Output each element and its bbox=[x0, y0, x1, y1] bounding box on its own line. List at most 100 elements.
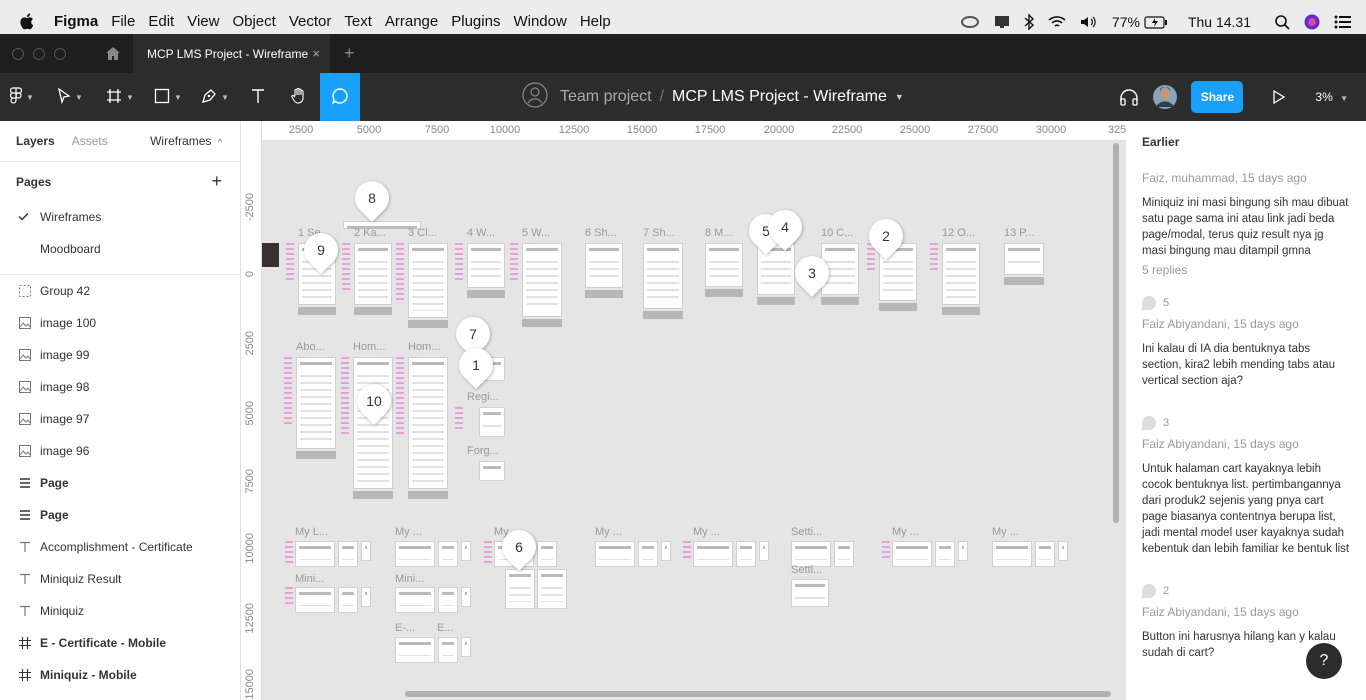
layer-item[interactable]: Page bbox=[0, 499, 240, 531]
zoom-window-button[interactable] bbox=[54, 47, 66, 60]
home-icon[interactable] bbox=[93, 34, 133, 73]
tab-layers[interactable]: Layers bbox=[16, 134, 55, 148]
siri-icon[interactable] bbox=[1304, 14, 1320, 30]
audio-headphones-icon[interactable] bbox=[1119, 88, 1139, 106]
comment-pin[interactable]: 2 bbox=[861, 211, 911, 261]
wireframe-frame[interactable] bbox=[537, 541, 557, 567]
frame-label[interactable]: Setti... bbox=[791, 526, 822, 538]
comment-pin[interactable]: 6 bbox=[494, 522, 544, 572]
layer-item[interactable]: image 97 bbox=[0, 403, 240, 435]
comment-tool[interactable] bbox=[320, 73, 360, 121]
team-name-link[interactable]: Team project bbox=[560, 88, 652, 106]
frame-label[interactable]: 6 Sh... bbox=[585, 227, 617, 239]
hand-tool[interactable] bbox=[278, 73, 320, 121]
wireframe-frame[interactable] bbox=[479, 461, 505, 481]
frame-label[interactable]: Mini... bbox=[295, 573, 324, 585]
page-item-moodboard[interactable]: Moodboard bbox=[0, 233, 240, 265]
add-page-button[interactable]: + bbox=[211, 171, 222, 192]
page-switcher[interactable]: Wireframes ^ bbox=[150, 134, 222, 148]
wireframe-frame[interactable] bbox=[354, 243, 392, 305]
wireframe-frame[interactable] bbox=[505, 569, 535, 609]
wireframe-frame[interactable] bbox=[296, 357, 336, 449]
wireframe-frame[interactable] bbox=[438, 541, 458, 567]
comment-pin[interactable]: 10 bbox=[349, 376, 399, 426]
layer-item[interactable]: image 98 bbox=[0, 371, 240, 403]
spotlight-search-icon[interactable] bbox=[1275, 14, 1290, 30]
layer-item[interactable]: image 99 bbox=[0, 339, 240, 371]
menu-arrange[interactable]: Arrange bbox=[385, 13, 438, 31]
frame-label[interactable]: My ... bbox=[992, 526, 1019, 538]
layer-item[interactable]: Accomplishment - Certificate bbox=[0, 531, 240, 563]
wireframe-frame[interactable] bbox=[693, 541, 733, 567]
wireframe-frame[interactable] bbox=[1035, 541, 1055, 567]
layer-item[interactable]: Miniquiz Result bbox=[0, 563, 240, 595]
frame-label[interactable]: 8 M... bbox=[705, 227, 733, 239]
pen-tool[interactable]: ▼ bbox=[192, 73, 238, 121]
creative-cloud-icon[interactable] bbox=[960, 15, 980, 29]
share-button[interactable]: Share bbox=[1191, 81, 1244, 113]
wireframe-frame[interactable] bbox=[537, 569, 567, 609]
file-tab[interactable]: MCP LMS Project - Wireframe × bbox=[133, 34, 330, 73]
menu-app-figma[interactable]: Figma bbox=[54, 13, 98, 31]
frame-label[interactable]: 12 O... bbox=[942, 227, 975, 239]
menu-view[interactable]: View bbox=[187, 13, 219, 31]
menu-plugins[interactable]: Plugins bbox=[451, 13, 500, 31]
comment-replies[interactable]: 5 replies bbox=[1142, 263, 1350, 277]
new-tab-button[interactable]: + bbox=[344, 43, 355, 64]
zoom-level-dropdown[interactable]: 3% ▼ bbox=[1315, 90, 1348, 104]
frame-label[interactable]: 5 W... bbox=[522, 227, 550, 239]
wifi-icon[interactable] bbox=[1048, 15, 1066, 29]
wireframe-frame[interactable] bbox=[661, 541, 671, 561]
wireframe-frame[interactable] bbox=[1058, 541, 1068, 561]
wireframe-frame[interactable] bbox=[408, 243, 448, 318]
avatar[interactable] bbox=[1153, 85, 1178, 109]
frame-tool[interactable]: ▼ bbox=[96, 73, 144, 121]
text-tool[interactable] bbox=[238, 73, 278, 121]
layer-item[interactable]: Miniquiz - Mobile bbox=[0, 659, 240, 691]
wireframe-frame[interactable] bbox=[595, 541, 635, 567]
frame-label[interactable]: Mini... bbox=[395, 573, 424, 585]
wireframe-frame[interactable] bbox=[759, 541, 769, 561]
wireframe-frame[interactable] bbox=[467, 243, 505, 288]
horizontal-scrollbar[interactable] bbox=[405, 691, 1111, 697]
file-name[interactable]: MCP LMS Project - Wireframe bbox=[672, 88, 887, 106]
frame-label[interactable]: E... bbox=[437, 622, 454, 634]
wireframe-frame[interactable] bbox=[834, 541, 854, 567]
shape-tool[interactable]: ▼ bbox=[144, 73, 192, 121]
frame-label[interactable]: E-... bbox=[395, 622, 415, 634]
wireframe-frame[interactable] bbox=[892, 541, 932, 567]
layer-item[interactable]: E - Certificate - Mobile bbox=[0, 627, 240, 659]
frame-label[interactable]: Hom... bbox=[353, 341, 385, 353]
wireframe-frame[interactable] bbox=[942, 243, 980, 305]
apple-menu-icon[interactable] bbox=[19, 13, 41, 35]
wireframe-frame[interactable] bbox=[338, 587, 358, 613]
volume-icon[interactable] bbox=[1080, 15, 1098, 29]
frame-label[interactable]: Abo... bbox=[296, 341, 325, 353]
frame-label[interactable]: Regi... bbox=[467, 391, 499, 403]
bluetooth-icon[interactable] bbox=[1024, 14, 1034, 30]
wireframe-frame[interactable] bbox=[643, 243, 683, 309]
layer-item[interactable]: image 100 bbox=[0, 307, 240, 339]
wireframe-frame[interactable] bbox=[461, 637, 471, 657]
wireframe-frame[interactable] bbox=[791, 579, 829, 607]
wireframe-frame[interactable] bbox=[479, 407, 505, 437]
menu-text[interactable]: Text bbox=[344, 13, 372, 31]
wireframe-frame[interactable] bbox=[1004, 243, 1044, 275]
wireframe-frame[interactable] bbox=[338, 541, 358, 567]
menu-edit[interactable]: Edit bbox=[148, 13, 174, 31]
move-tool[interactable]: ▼ bbox=[44, 73, 96, 121]
layer-item[interactable]: Page bbox=[0, 467, 240, 499]
wireframe-frame[interactable] bbox=[295, 541, 335, 567]
menu-window[interactable]: Window bbox=[513, 13, 566, 31]
wireframe-frame[interactable] bbox=[361, 587, 371, 607]
layer-item[interactable]: image 96 bbox=[0, 435, 240, 467]
frame-label[interactable]: My ... bbox=[693, 526, 720, 538]
chevron-down-icon[interactable]: ▼ bbox=[895, 92, 904, 102]
wireframe-frame[interactable] bbox=[705, 243, 743, 287]
main-menu-button[interactable]: ▼ bbox=[0, 73, 44, 121]
wireframe-frame[interactable] bbox=[585, 243, 623, 288]
wireframe-frame[interactable] bbox=[461, 541, 471, 561]
comment-thread[interactable]: 5 Faiz Abiyandani, 15 days ago Ini kalau… bbox=[1126, 293, 1366, 389]
page-item-wireframes[interactable]: Wireframes bbox=[0, 201, 240, 233]
close-tab-button[interactable]: × bbox=[312, 46, 320, 61]
